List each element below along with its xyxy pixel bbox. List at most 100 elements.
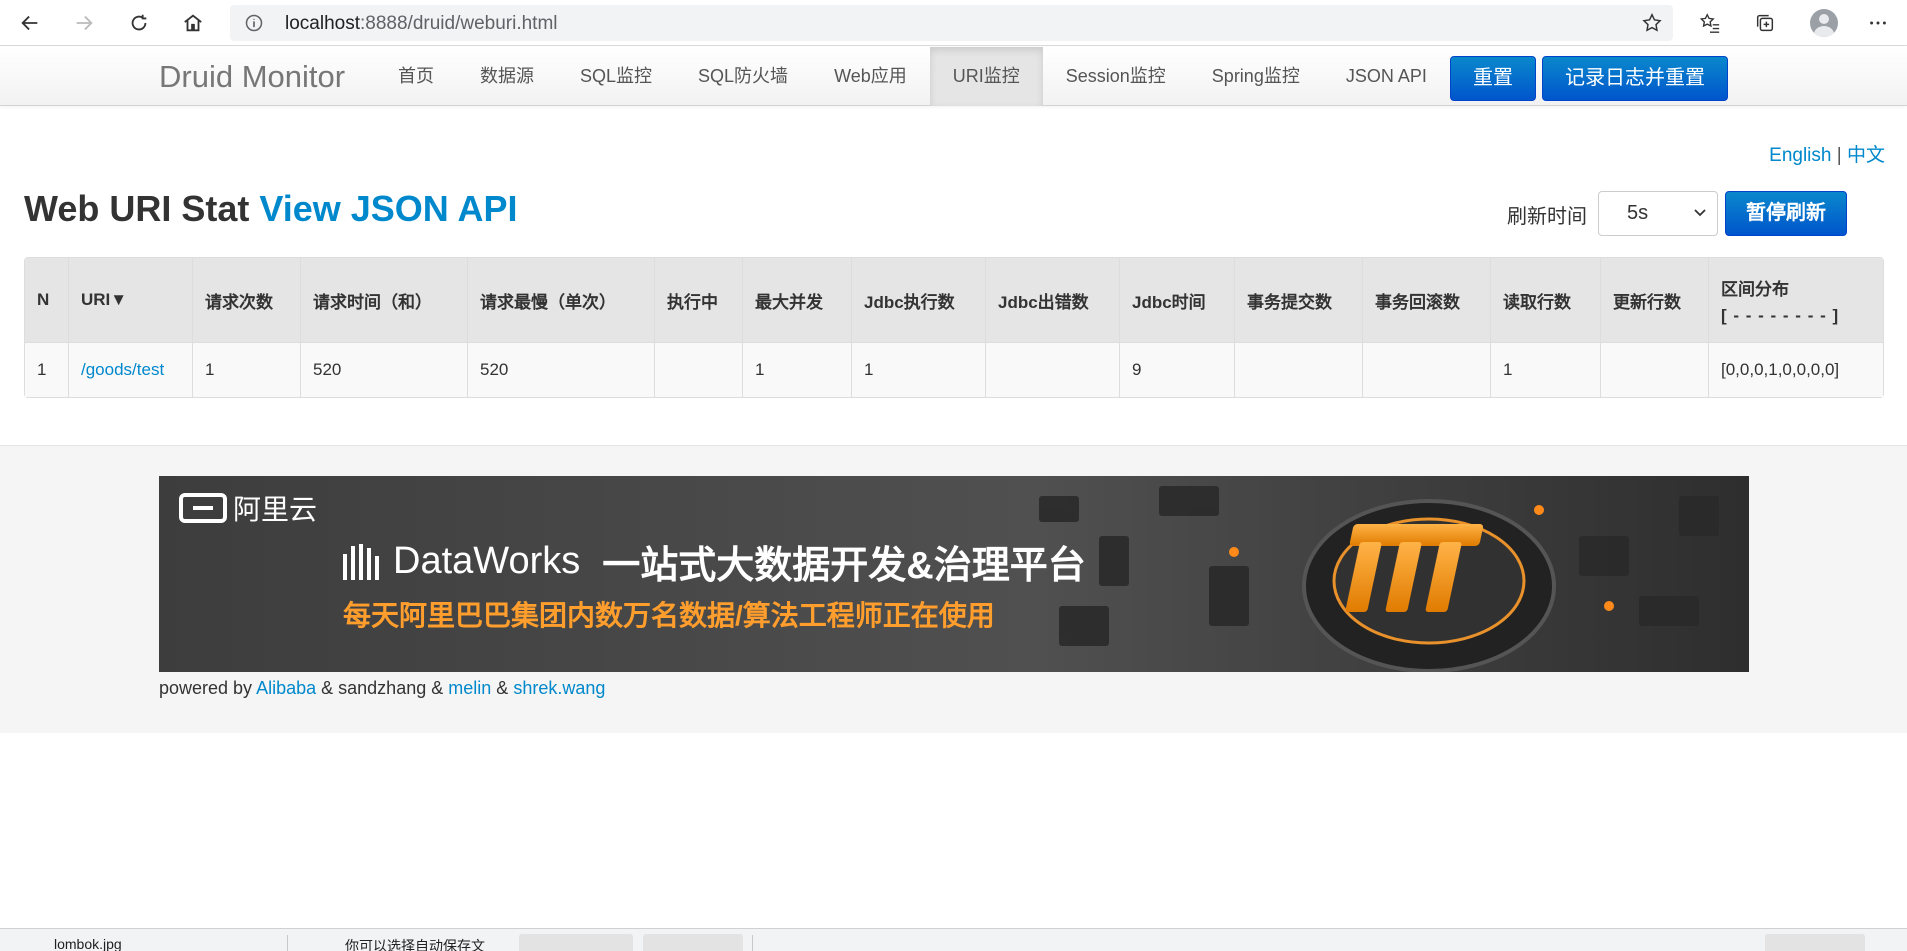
melin-link[interactable]: melin	[448, 678, 491, 698]
cell-uri: /goods/test	[68, 342, 192, 397]
col-header-tx-commit[interactable]: 事务提交数	[1234, 258, 1362, 342]
download-bar: lombok.jpg 你可以选择自动保存文	[0, 928, 1907, 951]
language-switch: English | 中文	[1769, 140, 1885, 167]
powered-prefix: powered by	[159, 678, 253, 698]
lang-separator: |	[1836, 145, 1842, 166]
dataworks-logo-icon	[343, 543, 379, 580]
banner-product-name: DataWorks	[393, 540, 581, 582]
address-bar[interactable]: localhost:8888/druid/weburi.html	[230, 5, 1673, 41]
nav-item-webapp[interactable]: Web应用	[811, 47, 930, 106]
powered-sandzhang: & sandzhang &	[321, 678, 444, 698]
cell-max-concurrent: 1	[742, 342, 851, 397]
banner-subline: 每天阿里巴巴集团内数万名数据/算法工程师正在使用	[343, 600, 995, 631]
alibaba-link[interactable]: Alibaba	[256, 678, 316, 698]
lang-chinese-link[interactable]: 中文	[1847, 145, 1885, 166]
aliyun-logo-icon	[179, 493, 227, 523]
address-url[interactable]: localhost:8888/druid/weburi.html	[285, 13, 558, 35]
url-host: localhost	[285, 13, 360, 34]
cell-running	[654, 342, 742, 397]
cell-jdbc-error	[985, 342, 1119, 397]
favorites-icon[interactable]	[1694, 7, 1726, 39]
col-header-max-concurrent[interactable]: 最大并发	[742, 258, 851, 342]
refresh-icon[interactable]	[121, 5, 157, 41]
more-icon[interactable]	[1862, 7, 1894, 39]
cell-request-time-sum: 520	[300, 342, 467, 397]
download-file-name[interactable]: lombok.jpg	[54, 936, 122, 951]
brand[interactable]: Druid Monitor	[159, 59, 345, 95]
col-header-request-slowest[interactable]: 请求最慢（单次）	[467, 258, 654, 342]
col-header-uri[interactable]: URI▼	[68, 258, 192, 342]
nav-item-sql[interactable]: SQL监控	[557, 47, 675, 106]
download-secondary-button[interactable]	[643, 934, 743, 951]
nav-item-uri[interactable]: URI监控	[929, 47, 1043, 106]
distribution-title: 区间分布	[1721, 279, 1789, 299]
view-json-api-link[interactable]: View JSON API	[259, 188, 517, 229]
nav-item-datasource[interactable]: 数据源	[457, 47, 557, 106]
refresh-interval-label: 刷新时间	[1507, 206, 1587, 228]
col-header-rows-read[interactable]: 读取行数	[1490, 258, 1600, 342]
uri-stat-table: N URI▼ 请求次数 请求时间（和） 请求最慢（单次） 执行中 最大并发 Jd…	[24, 257, 1884, 398]
cell-rows-updated	[1600, 342, 1708, 397]
shrek-link[interactable]: shrek.wang	[513, 678, 605, 698]
divider	[752, 935, 753, 951]
chevron-down-icon	[1694, 209, 1706, 217]
table-header-row: N URI▼ 请求次数 请求时间（和） 请求最慢（单次） 执行中 最大并发 Jd…	[25, 258, 1883, 342]
info-icon[interactable]	[244, 13, 264, 33]
divider	[287, 935, 288, 951]
url-path: :8888/druid/weburi.html	[360, 13, 558, 34]
pause-refresh-button[interactable]: 暂停刷新	[1725, 191, 1847, 236]
nav-item-home[interactable]: 首页	[375, 47, 457, 106]
col-header-rows-updated[interactable]: 更新行数	[1600, 258, 1708, 342]
uri-link[interactable]: /goods/test	[81, 360, 164, 379]
cell-distribution: [0,0,0,1,0,0,0,0]	[1708, 342, 1883, 397]
col-header-distribution[interactable]: 区间分布 [ - - - - - - - - ]	[1708, 258, 1883, 342]
star-icon[interactable]	[1641, 12, 1663, 34]
page-title-text: Web URI Stat	[24, 188, 250, 229]
main-navbar: Druid Monitor 首页 数据源 SQL监控 SQL防火墙 Web应用 …	[0, 47, 1907, 106]
banner-slogan: 一站式大数据开发&治理平台	[602, 545, 1086, 587]
reset-button[interactable]: 重置	[1450, 56, 1536, 101]
aliyun-logo: 阿里云	[179, 488, 317, 528]
cell-request-slowest: 520	[467, 342, 654, 397]
refresh-interval-select[interactable]: 5s	[1598, 191, 1718, 236]
col-header-n[interactable]: N	[25, 258, 68, 342]
lang-english-link[interactable]: English	[1769, 145, 1831, 166]
refresh-interval-value: 5s	[1627, 202, 1649, 224]
col-header-tx-rollback[interactable]: 事务回滚数	[1362, 258, 1490, 342]
browser-toolbar: localhost:8888/druid/weburi.html	[0, 0, 1907, 46]
cell-tx-commit	[1234, 342, 1362, 397]
cell-jdbc-exec: 1	[851, 342, 985, 397]
collections-icon[interactable]	[1749, 7, 1781, 39]
page-title: Web URI Stat View JSON API	[24, 188, 517, 230]
col-header-request-time-sum[interactable]: 请求时间（和）	[300, 258, 467, 342]
forward-icon[interactable]	[66, 5, 102, 41]
download-message: 你可以选择自动保存文	[345, 938, 485, 951]
table-row: 1 /goods/test 1 520 520 1 1 9 1 [0,0,0,1…	[25, 342, 1883, 397]
nav-menu: 首页 数据源 SQL监控 SQL防火墙 Web应用 URI监控 Session监…	[375, 47, 1450, 106]
home-icon[interactable]	[175, 5, 211, 41]
nav-item-wall[interactable]: SQL防火墙	[675, 47, 811, 106]
col-header-request-count[interactable]: 请求次数	[192, 258, 300, 342]
powered-by: powered by Alibaba & sandzhang & melin &…	[159, 678, 605, 699]
cell-n: 1	[25, 342, 68, 397]
show-all-downloads-button[interactable]	[1765, 934, 1865, 951]
col-header-running[interactable]: 执行中	[654, 258, 742, 342]
download-action-button[interactable]	[519, 934, 633, 951]
col-header-jdbc-exec[interactable]: Jdbc执行数	[851, 258, 985, 342]
nav-item-json-api[interactable]: JSON API	[1323, 47, 1450, 106]
nav-item-spring[interactable]: Spring监控	[1189, 47, 1323, 106]
nav-item-session[interactable]: Session监控	[1043, 47, 1189, 106]
cell-jdbc-time: 9	[1119, 342, 1234, 397]
dataworks-ad-banner[interactable]: 阿里云 DataWorks 一站式大数据开发&治理平台 每天阿里巴巴集团内数万名…	[159, 476, 1749, 672]
cell-request-count: 1	[192, 342, 300, 397]
powered-amp: &	[496, 678, 509, 698]
back-icon[interactable]	[12, 5, 48, 41]
cell-rows-read: 1	[1490, 342, 1600, 397]
col-header-jdbc-time[interactable]: Jdbc时间	[1119, 258, 1234, 342]
col-header-jdbc-error[interactable]: Jdbc出错数	[985, 258, 1119, 342]
distribution-legend: [ - - - - - - - - ]	[1721, 305, 1840, 325]
log-and-reset-button[interactable]: 记录日志并重置	[1542, 56, 1728, 101]
profile-icon[interactable]	[1810, 9, 1838, 37]
cell-tx-rollback	[1362, 342, 1490, 397]
banner-headline: DataWorks 一站式大数据开发&治理平台	[341, 534, 1086, 589]
